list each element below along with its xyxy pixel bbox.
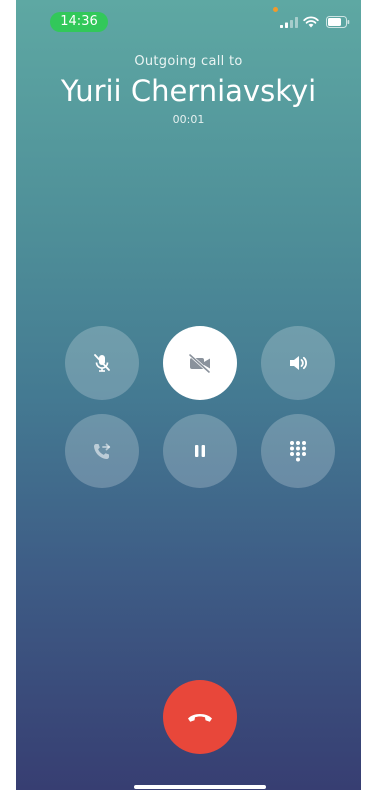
home-indicator[interactable] [134,785,266,789]
call-duration: 00:01 [172,113,205,126]
battery-icon [326,16,350,28]
keypad-icon [290,441,306,462]
status-bar: 14:36 [16,0,361,44]
keypad-button[interactable] [261,414,335,488]
microphone-muted-icon [94,354,110,372]
transfer-button[interactable] [65,414,139,488]
call-transfer-icon [94,443,111,459]
status-time[interactable]: 14:36 [50,12,108,32]
wifi-icon [303,16,319,28]
signal-icon [280,17,298,28]
pause-icon [195,445,205,457]
speaker-button[interactable] [261,326,335,400]
video-button[interactable] [163,326,237,400]
hang-up-icon [188,714,212,722]
call-screen: 14:36 Outgoing call to Yurii Cherniavsky… [16,0,361,790]
hold-button[interactable] [163,414,237,488]
speaker-icon [290,356,308,370]
mute-button[interactable] [65,326,139,400]
privacy-indicator-dot [273,7,278,12]
call-direction-label: Outgoing call to [134,54,243,69]
end-call-button[interactable] [163,680,237,754]
video-off-icon [188,353,211,374]
callee-name: Yurii Cherniavskyi [60,74,317,108]
